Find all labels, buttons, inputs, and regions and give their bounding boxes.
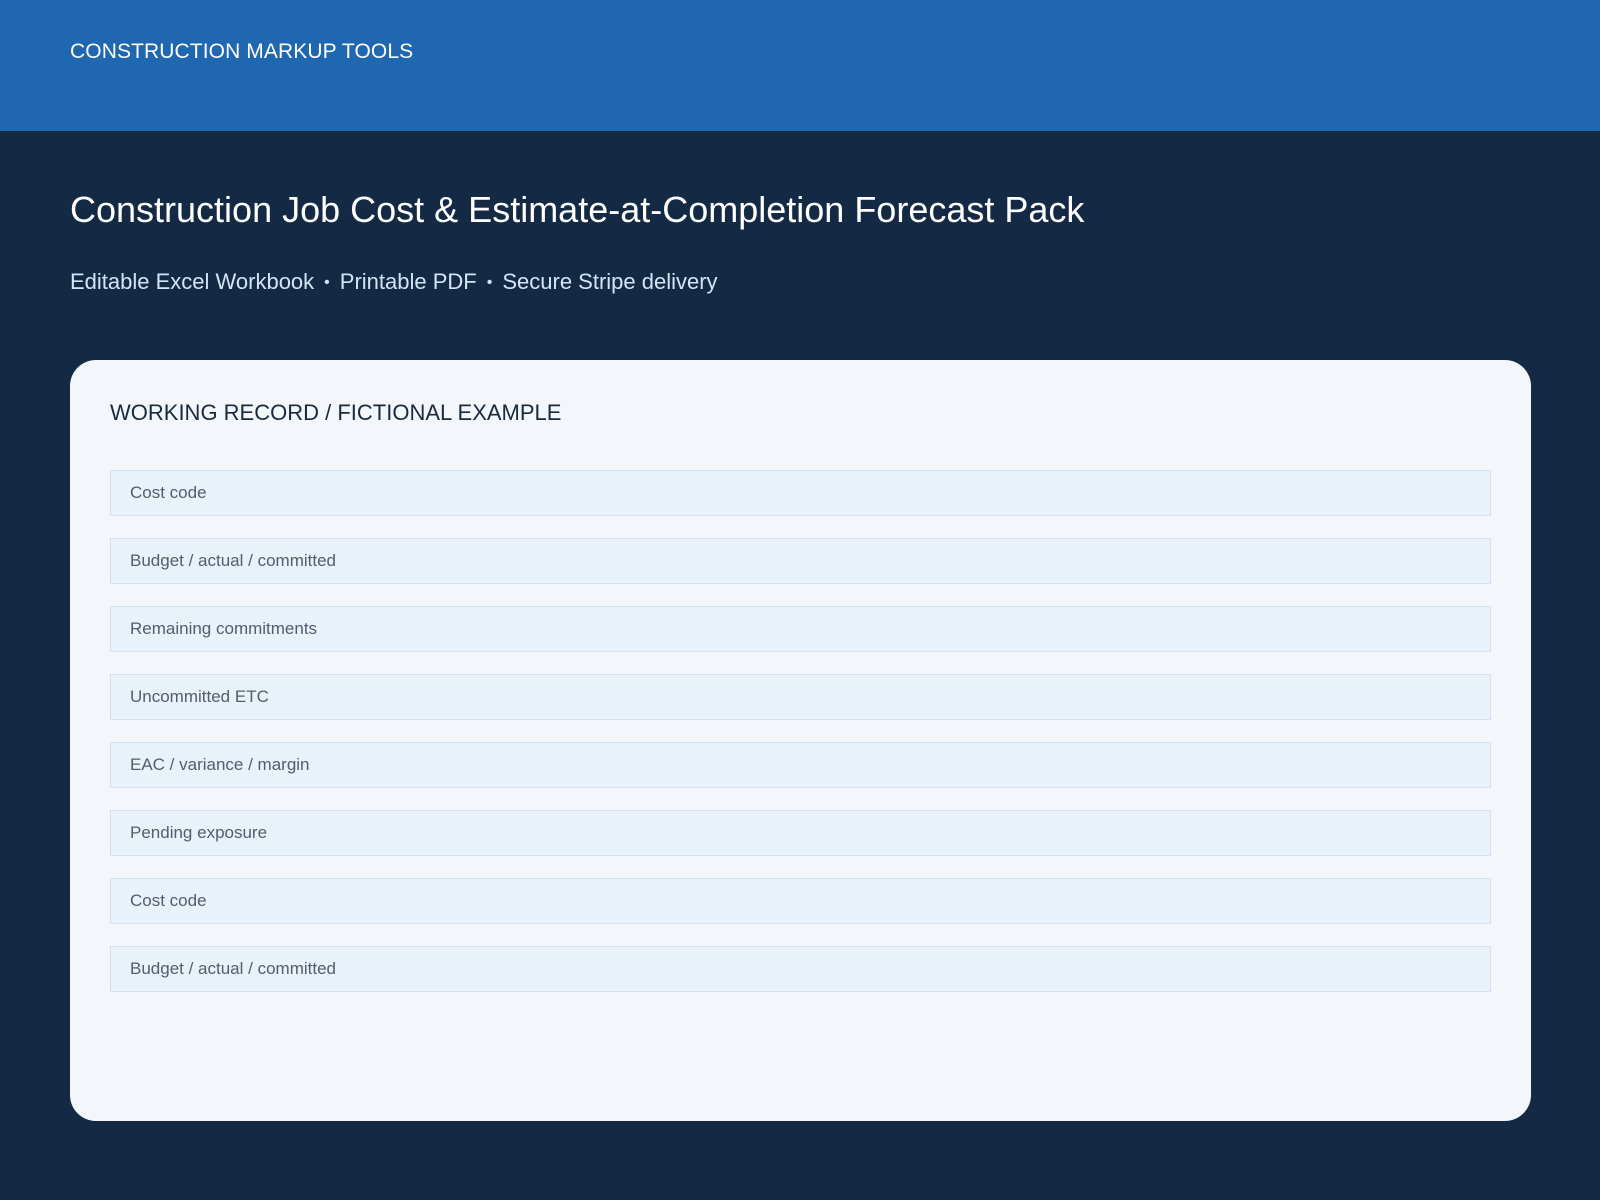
brand-logo-text[interactable]: CONSTRUCTION MARKUP TOOLS <box>70 40 413 64</box>
record-row-uncommitted-etc: Uncommitted ETC <box>110 674 1491 720</box>
site-header: CONSTRUCTION MARKUP TOOLS <box>0 0 1600 131</box>
feature-excel-workbook: Editable Excel Workbook <box>70 269 315 294</box>
feature-printable-pdf: Printable PDF <box>339 269 477 294</box>
record-row-budget-actual-committed: Budget / actual / committed <box>110 538 1491 584</box>
record-card: WORKING RECORD / FICTIONAL EXAMPLE Cost … <box>70 360 1531 1121</box>
record-row-remaining-commitments: Remaining commitments <box>110 606 1491 652</box>
record-row-budget-actual-committed: Budget / actual / committed <box>110 946 1491 992</box>
feature-list: Editable Excel Workbook • Printable PDF • Se… <box>70 268 718 297</box>
record-rows: Cost code Budget / actual / committed Re… <box>110 470 1491 1014</box>
record-row-eac-variance-margin: EAC / variance / margin <box>110 742 1491 788</box>
record-row-cost-code: Cost code <box>110 878 1491 924</box>
card-title: WORKING RECORD / FICTIONAL EXAMPLE <box>110 400 562 425</box>
separator-dot: • <box>486 274 493 291</box>
record-row-cost-code: Cost code <box>110 470 1491 516</box>
page-title: Construction Job Cost & Estimate-at-Comp… <box>70 189 1085 230</box>
feature-stripe-delivery: Secure Stripe delivery <box>502 269 718 294</box>
separator-dot: • <box>324 274 330 291</box>
record-row-pending-exposure: Pending exposure <box>110 810 1491 856</box>
